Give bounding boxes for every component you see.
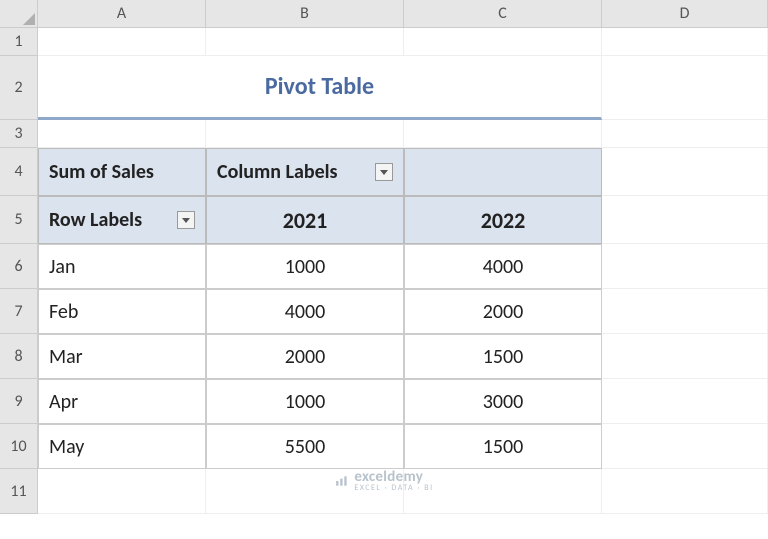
- pivot-row-labels-text: Row Labels: [49, 208, 142, 232]
- cell-b1[interactable]: [206, 28, 404, 56]
- pivot-row-mar: Mar: [38, 334, 206, 379]
- cell-b11[interactable]: [206, 469, 404, 514]
- pivot-val-mar-2022: 1500: [404, 334, 602, 379]
- cell-c1[interactable]: [404, 28, 602, 56]
- cell-c3[interactable]: [404, 120, 602, 148]
- col-header-a[interactable]: A: [38, 0, 206, 28]
- cell-c11[interactable]: [404, 469, 602, 514]
- pivot-val-may-2021: 5500: [206, 424, 404, 469]
- cell-d5[interactable]: [602, 196, 768, 244]
- cell-d6[interactable]: [602, 244, 768, 289]
- row-header-2[interactable]: 2: [0, 56, 38, 120]
- pivot-sum-label: Sum of Sales: [38, 148, 206, 196]
- pivot-row-may: May: [38, 424, 206, 469]
- cell-d2[interactable]: [602, 56, 768, 120]
- pivot-val-mar-2021: 2000: [206, 334, 404, 379]
- pivot-column-labels-text: Column Labels: [217, 160, 338, 184]
- pivot-sum-label-text: Sum of Sales: [49, 160, 154, 184]
- row-header-1[interactable]: 1: [0, 28, 38, 56]
- row-header-5[interactable]: 5: [0, 196, 38, 244]
- row-header-4[interactable]: 4: [0, 148, 38, 196]
- pivot-row-feb: Feb: [38, 289, 206, 334]
- row-header-9[interactable]: 9: [0, 379, 38, 424]
- cell-d11[interactable]: [602, 469, 768, 514]
- pivot-val-feb-2021: 4000: [206, 289, 404, 334]
- pivot-val-jan-2022: 4000: [404, 244, 602, 289]
- cell-d7[interactable]: [602, 289, 768, 334]
- pivot-row-jan: Jan: [38, 244, 206, 289]
- col-header-d[interactable]: D: [602, 0, 768, 28]
- cell-d10[interactable]: [602, 424, 768, 469]
- row-header-3[interactable]: 3: [0, 120, 38, 148]
- col-header-c[interactable]: C: [404, 0, 602, 28]
- row-header-8[interactable]: 8: [0, 334, 38, 379]
- col-header-b[interactable]: B: [206, 0, 404, 28]
- cell-d3[interactable]: [602, 120, 768, 148]
- page-title: Pivot Table: [38, 56, 602, 120]
- pivot-col-2021: 2021: [206, 196, 404, 244]
- pivot-column-labels: Column Labels: [206, 148, 404, 196]
- column-labels-dropdown-icon[interactable]: [375, 163, 393, 181]
- pivot-val-may-2022: 1500: [404, 424, 602, 469]
- pivot-val-apr-2021: 1000: [206, 379, 404, 424]
- row-header-7[interactable]: 7: [0, 289, 38, 334]
- cell-a11[interactable]: [38, 469, 206, 514]
- cell-b3[interactable]: [206, 120, 404, 148]
- select-all-corner[interactable]: [0, 0, 38, 28]
- cell-a1[interactable]: [38, 28, 206, 56]
- pivot-header-blank: [404, 148, 602, 196]
- pivot-col-2022: 2022: [404, 196, 602, 244]
- pivot-val-apr-2022: 3000: [404, 379, 602, 424]
- pivot-val-feb-2022: 2000: [404, 289, 602, 334]
- row-labels-dropdown-icon[interactable]: [177, 211, 195, 229]
- cell-d1[interactable]: [602, 28, 768, 56]
- cell-d8[interactable]: [602, 334, 768, 379]
- cell-d9[interactable]: [602, 379, 768, 424]
- spreadsheet-grid: A B C D 1 2 Pivot Table 3 4 Sum of Sales…: [0, 0, 768, 514]
- pivot-row-apr: Apr: [38, 379, 206, 424]
- cell-d4[interactable]: [602, 148, 768, 196]
- row-header-6[interactable]: 6: [0, 244, 38, 289]
- row-header-11[interactable]: 11: [0, 469, 38, 514]
- pivot-val-jan-2021: 1000: [206, 244, 404, 289]
- pivot-row-labels: Row Labels: [38, 196, 206, 244]
- cell-a3[interactable]: [38, 120, 206, 148]
- row-header-10[interactable]: 10: [0, 424, 38, 469]
